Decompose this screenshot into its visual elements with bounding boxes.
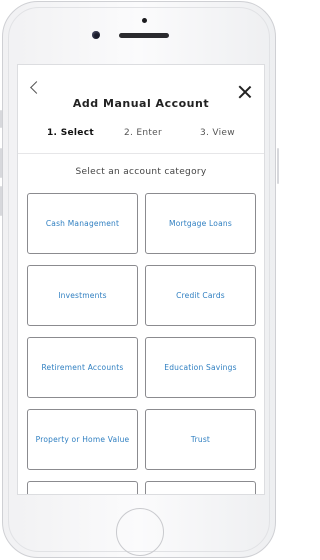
camera [142,18,147,23]
side-button [0,186,2,216]
step-select: 1. Select [47,128,94,138]
category-trust[interactable]: Trust [145,409,256,470]
page-title: Add Manual Account [72,97,210,110]
speaker [119,33,169,38]
category-retirement-accounts[interactable]: Retirement Accounts [27,337,138,398]
category-property-home-value[interactable]: Property or Home Value [27,409,138,470]
category-mortgage-loans[interactable]: Mortgage Loans [145,193,256,254]
side-button [277,148,279,184]
divider [18,153,264,154]
home-button[interactable] [116,508,164,556]
category-partial[interactable] [27,481,138,494]
app-screen: Add Manual Account 1. Select 2. Enter 3.… [17,64,265,495]
category-credit-cards[interactable]: Credit Cards [145,265,256,326]
side-button [0,148,2,178]
section-subtitle: Select an account category [75,167,207,177]
category-partial[interactable] [145,481,256,494]
category-education-savings[interactable]: Education Savings [145,337,256,398]
side-button [0,110,2,128]
step-view: 3. View [200,128,235,138]
step-enter: 2. Enter [124,128,163,138]
category-cash-management[interactable]: Cash Management [27,193,138,254]
front-sensor [92,31,100,39]
chevron-left-icon[interactable] [30,81,43,94]
category-investments[interactable]: Investments [27,265,138,326]
